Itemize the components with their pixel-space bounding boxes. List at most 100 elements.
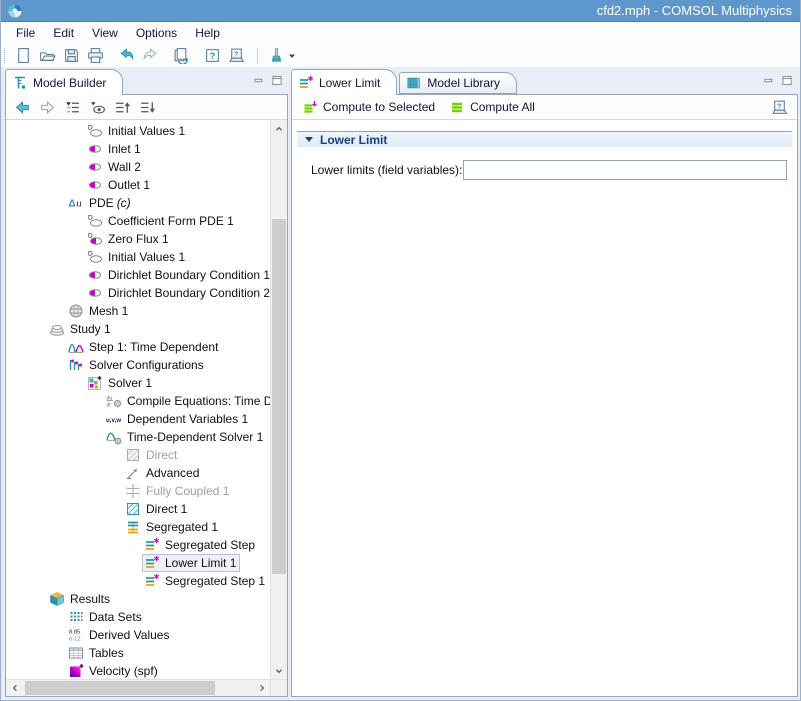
tree-item-velocity-spf[interactable]: Velocity (spf) xyxy=(6,662,270,679)
boundary-icon xyxy=(87,267,103,283)
tree-item-inlet-1[interactable]: Inlet 1 xyxy=(6,140,270,158)
tree-item-solver-1[interactable]: Solver 1 xyxy=(6,374,270,392)
compute-selected-icon xyxy=(302,99,318,115)
zero-flux-icon: D xyxy=(87,231,103,247)
open-icon xyxy=(39,47,56,64)
menu-view[interactable]: View xyxy=(83,23,127,43)
chevron-down-icon xyxy=(273,665,285,677)
open-button[interactable] xyxy=(35,45,59,66)
tree-item-segregated-step-1[interactable]: Segregated Step 1 xyxy=(6,572,270,590)
maximize-icon[interactable] xyxy=(270,74,284,87)
back-button[interactable] xyxy=(10,96,35,118)
sweep-button[interactable] xyxy=(264,45,288,66)
tree-item-advanced[interactable]: Advanced xyxy=(6,464,270,482)
menu-options[interactable]: Options xyxy=(127,23,186,43)
tree-item-label: Results xyxy=(70,592,110,606)
tree-item-label: Segregated 1 xyxy=(146,520,218,534)
workspace: Model Builder DInitial Values 1Inlet 1Wa… xyxy=(1,67,800,700)
tree-item-label: Fully Coupled 1 xyxy=(146,484,229,498)
undo-button[interactable] xyxy=(114,45,138,66)
tree-item-step-1-time-dependent[interactable]: Step 1: Time Dependent xyxy=(6,338,270,356)
results-icon xyxy=(49,591,65,607)
sweep-brush-icon xyxy=(268,47,285,64)
tree-item-tables[interactable]: Tables xyxy=(6,644,270,662)
tree-item-label: Data Sets xyxy=(89,610,142,624)
tree-item-dirichlet-boundary-condition-2[interactable]: Dirichlet Boundary Condition 2 xyxy=(6,284,270,302)
tree-item-box: Outlet 1 xyxy=(85,176,154,194)
compute-all-button[interactable]: Compute All xyxy=(443,96,543,118)
scroll-up-button[interactable] xyxy=(271,120,287,137)
tree-item-dependent-variables-1[interactable]: u,v,wDependent Variables 1 xyxy=(6,410,270,428)
tree-item-box: DInitial Values 1 xyxy=(85,248,189,266)
tree-item-mesh-1[interactable]: Mesh 1 xyxy=(6,302,270,320)
tree-item-box: 8.85e-12Derived Values xyxy=(66,626,173,644)
tree-item-initial-values-1[interactable]: DInitial Values 1 xyxy=(6,248,270,266)
tab-model-builder[interactable]: Model Builder xyxy=(5,69,123,95)
tree-item-segregated-1[interactable]: Segregated 1 xyxy=(6,518,270,536)
dropdown-caret[interactable] xyxy=(288,51,298,61)
tab-lower-limit[interactable]: Lower Limit xyxy=(291,69,397,95)
tree-item-direct[interactable]: Direct xyxy=(6,446,270,464)
update-solution-button[interactable] xyxy=(169,45,193,66)
lower-limits-input[interactable] xyxy=(463,160,787,180)
help-button[interactable]: ? xyxy=(767,96,791,118)
move-up-button[interactable] xyxy=(110,96,135,118)
compute-to-selected-button[interactable]: Compute to Selected xyxy=(296,96,443,118)
tree-item-box: Fully Coupled 1 xyxy=(123,482,233,500)
minimize-icon[interactable] xyxy=(252,74,266,87)
move-down-button[interactable] xyxy=(135,96,160,118)
boundary-icon xyxy=(87,159,103,175)
tree-item-data-sets[interactable]: Data Sets xyxy=(6,608,270,626)
help-button[interactable]: ? xyxy=(200,45,224,66)
scroll-right-button[interactable] xyxy=(253,680,270,696)
vertical-scrollbar[interactable] xyxy=(270,120,287,679)
tree-item-segregated-step[interactable]: Segregated Step xyxy=(6,536,270,554)
scroll-down-button[interactable] xyxy=(271,662,287,679)
redo-button[interactable] xyxy=(138,45,162,66)
print-button[interactable] xyxy=(83,45,107,66)
svg-text:?: ? xyxy=(776,101,781,110)
minimize-icon[interactable] xyxy=(762,74,776,87)
model-tree: DInitial Values 1Inlet 1Wall 2Outlet 1Δu… xyxy=(6,120,270,679)
tree-item-time-dependent-solver-1[interactable]: Time-Dependent Solver 1 xyxy=(6,428,270,446)
collapse-all-button[interactable] xyxy=(60,96,85,118)
tree-item-dirichlet-boundary-condition-1[interactable]: Dirichlet Boundary Condition 1 xyxy=(6,266,270,284)
tree-item-study-1[interactable]: Study 1 xyxy=(6,320,270,338)
tree-item-solver-configurations[interactable]: Solver Configurations xyxy=(6,356,270,374)
scroll-left-button[interactable] xyxy=(6,680,23,696)
horizontal-scrollbar[interactable] xyxy=(6,679,287,696)
redo-icon xyxy=(142,47,159,64)
tree-item-fully-coupled-1[interactable]: Fully Coupled 1 xyxy=(6,482,270,500)
horizontal-scroll-track[interactable] xyxy=(23,680,253,696)
tree-item-lower-limit-1[interactable]: Lower Limit 1 xyxy=(6,554,270,572)
tree-item-label: Solver 1 xyxy=(108,376,152,390)
tab-model-library[interactable]: Model Library xyxy=(399,72,517,94)
tree-item-results[interactable]: Results xyxy=(6,590,270,608)
save-button[interactable] xyxy=(59,45,83,66)
menu-edit[interactable]: Edit xyxy=(44,23,83,43)
tree-item-outlet-1[interactable]: Outlet 1 xyxy=(6,176,270,194)
forward-button[interactable] xyxy=(35,96,60,118)
new-button[interactable] xyxy=(11,45,35,66)
undo-icon xyxy=(118,47,135,64)
initial-values-icon: D xyxy=(87,249,103,265)
vertical-scroll-thumb[interactable] xyxy=(272,219,286,574)
tree-item-derived-values[interactable]: 8.85e-12Derived Values xyxy=(6,626,270,644)
documentation-button[interactable]: ? xyxy=(224,45,248,66)
tree-item-zero-flux-1[interactable]: DZero Flux 1 xyxy=(6,230,270,248)
menu-file[interactable]: File xyxy=(7,23,44,43)
tree-item-wall-2[interactable]: Wall 2 xyxy=(6,158,270,176)
show-button[interactable] xyxy=(85,96,110,118)
menu-help[interactable]: Help xyxy=(186,23,229,43)
step-time-icon xyxy=(68,339,84,355)
tree-item-box: Mesh 1 xyxy=(66,302,132,320)
maximize-icon[interactable] xyxy=(780,74,794,87)
tree-item-direct-1[interactable]: Direct 1 xyxy=(6,500,270,518)
tree-item-pde[interactable]: ΔuPDE(c) xyxy=(6,194,270,212)
horizontal-scroll-thumb[interactable] xyxy=(25,681,215,695)
tree-item-compile-equations-time-d[interactable]: ∂u∂tCompile Equations: Time D xyxy=(6,392,270,410)
tree-item-coefficient-form-pde-1[interactable]: DCoefficient Form PDE 1 xyxy=(6,212,270,230)
tree-item-label: Direct 1 xyxy=(146,502,187,516)
tree-item-initial-values-1[interactable]: DInitial Values 1 xyxy=(6,122,270,140)
lower-limit-section-header[interactable]: Lower Limit xyxy=(297,131,792,147)
